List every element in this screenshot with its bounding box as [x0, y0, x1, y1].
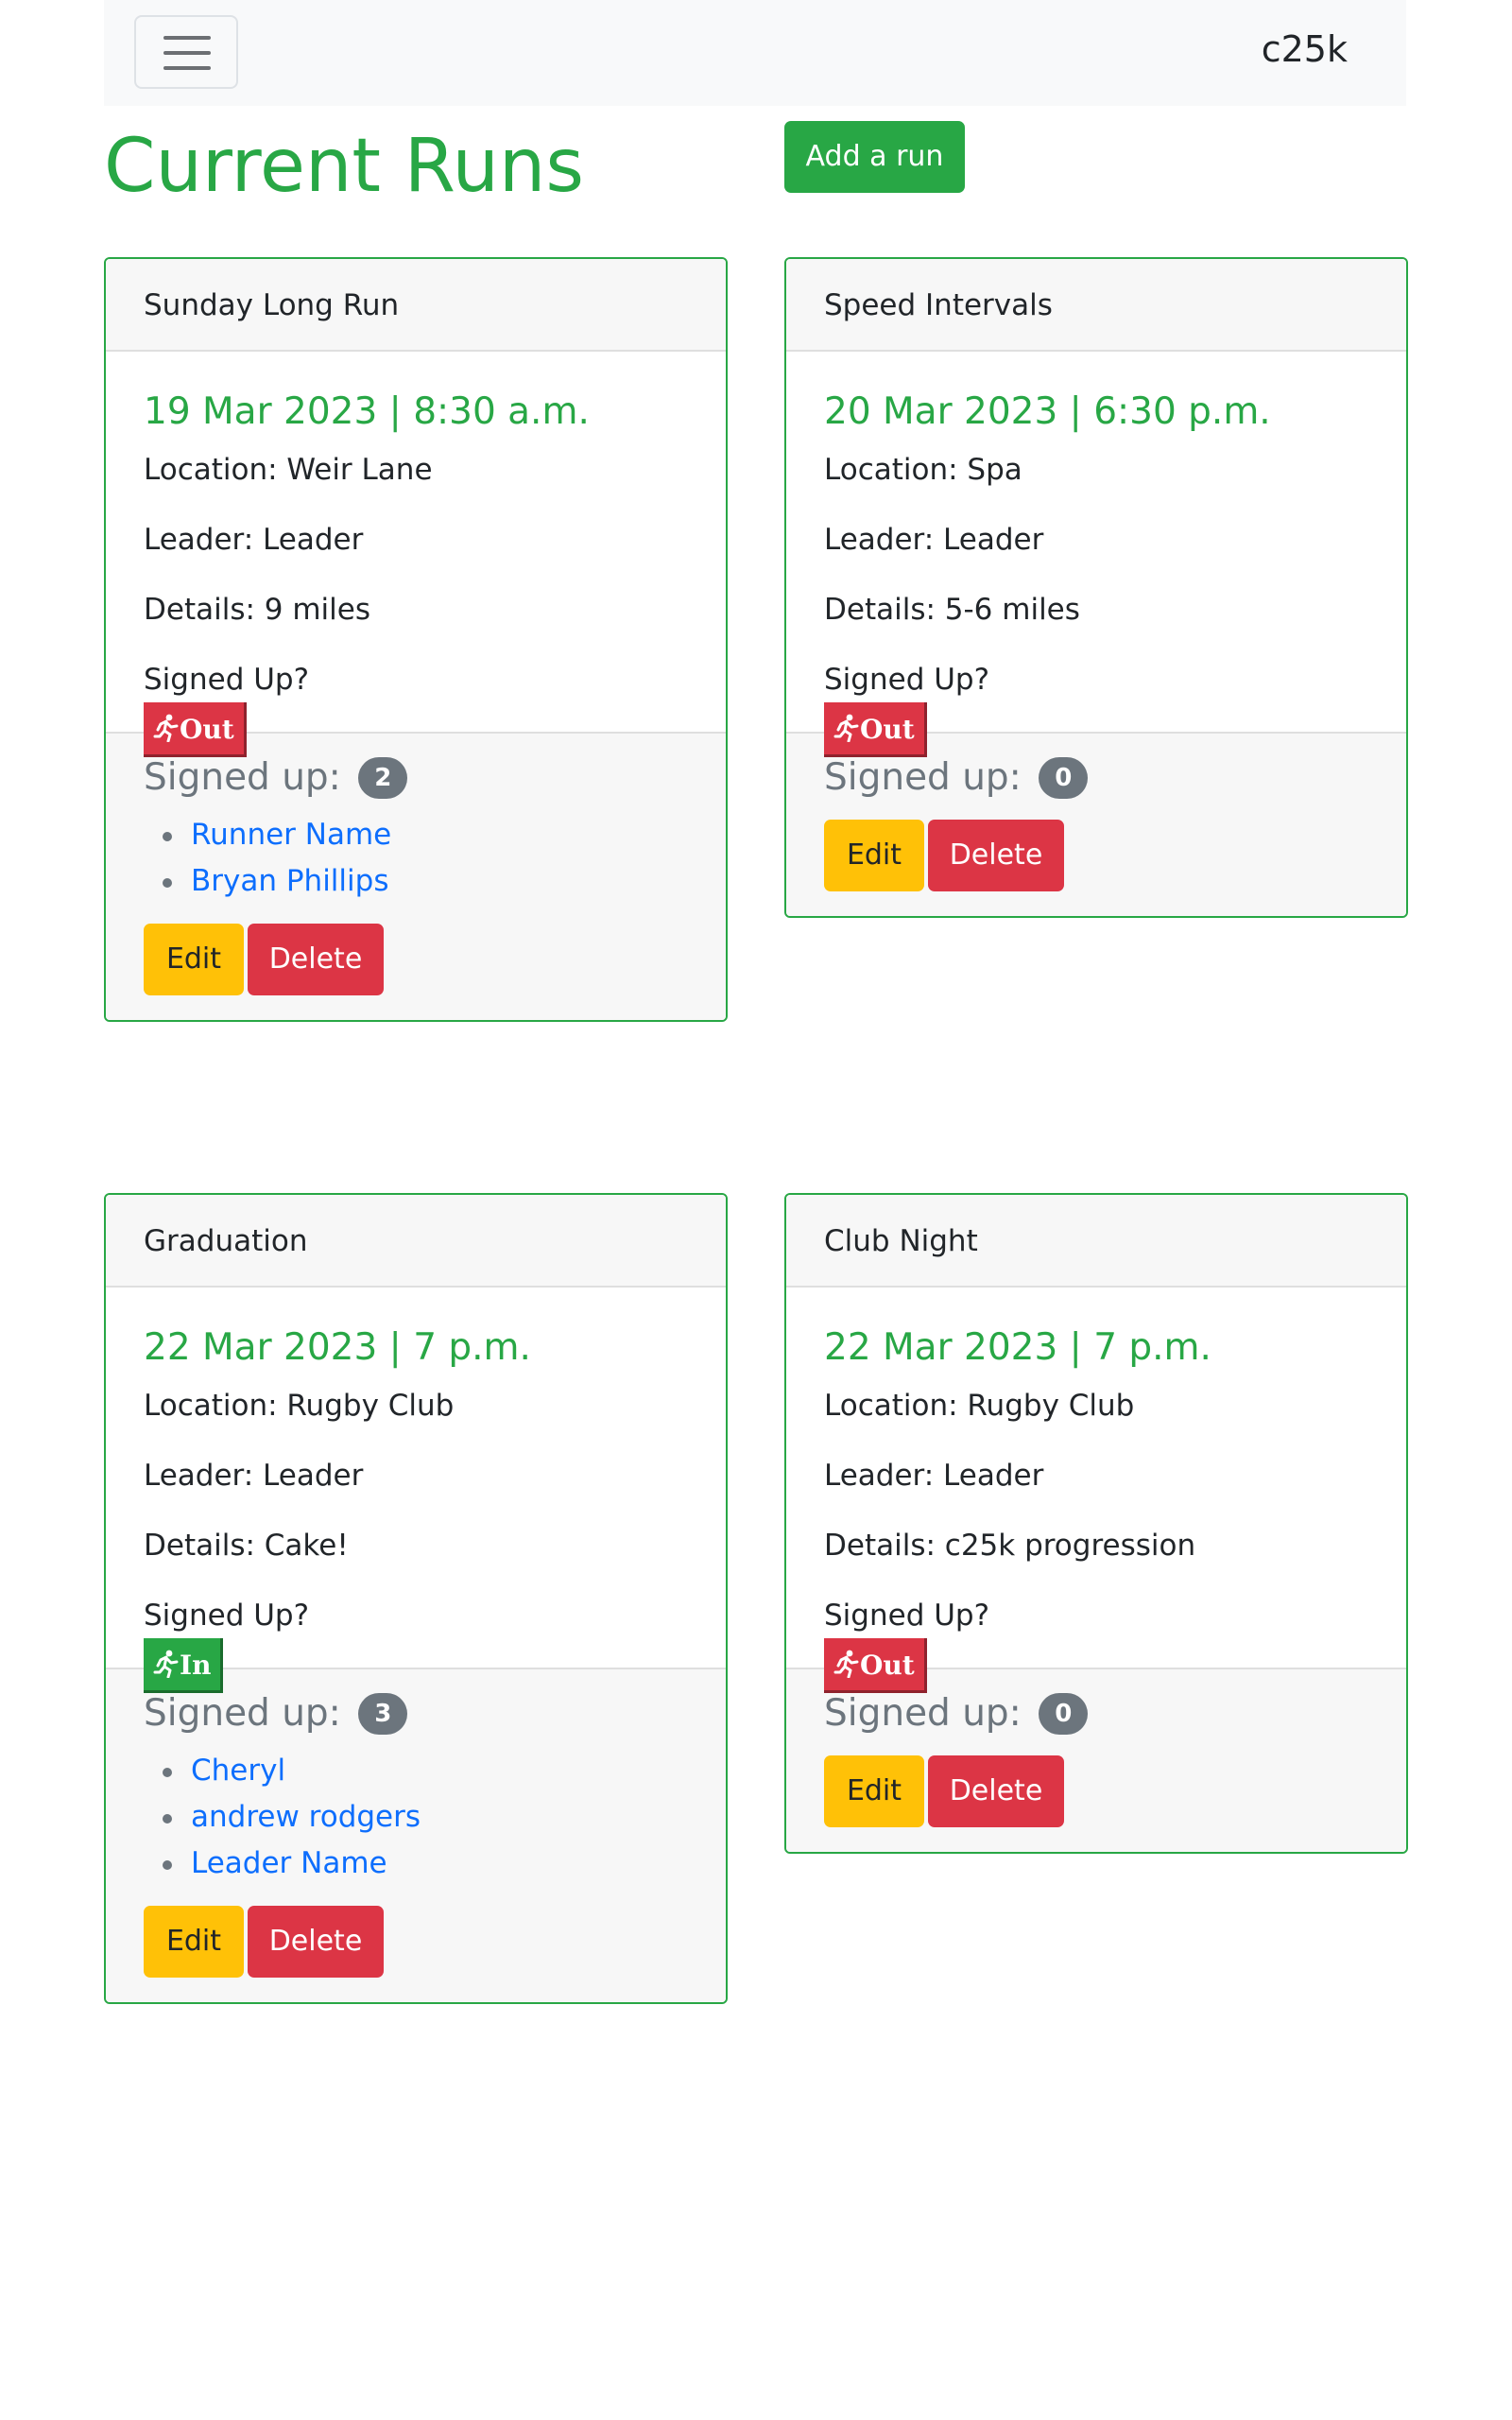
run-details: Details: Cake! — [144, 1529, 349, 1564]
run-card-title: Sunday Long Run — [106, 259, 726, 352]
runner-link[interactable]: Runner Name — [191, 818, 391, 852]
navbar: c25k — [104, 0, 1406, 106]
run-datetime: 20 Mar 2023 | 6:30 p.m. — [824, 390, 1271, 433]
run-card-body: 22 Mar 2023 | 7 p.m. Location: Rugby Clu… — [786, 1288, 1406, 1693]
run-card: Speed Intervals 20 Mar 2023 | 6:30 p.m. … — [784, 257, 1408, 918]
run-leader: Leader: Leader — [824, 523, 1044, 558]
list-item: andrew rodgers — [163, 1794, 688, 1841]
signed-up-question: Signed Up? — [824, 663, 990, 698]
run-datetime: 22 Mar 2023 | 7 p.m. — [144, 1326, 531, 1369]
signup-status-label: Out — [860, 1649, 915, 1681]
run-card-footer: Signed up: 0 Edit Delete — [786, 732, 1406, 916]
signed-up-question: Signed Up? — [144, 663, 310, 698]
run-datetime: 22 Mar 2023 | 7 p.m. — [824, 1326, 1211, 1369]
run-card-footer: Signed up: 3 Cheryl andrew rodgers Leade… — [106, 1668, 726, 2002]
run-location: Location: Spa — [824, 452, 1022, 487]
runner-icon — [153, 1650, 179, 1679]
signup-status-label: In — [180, 1649, 212, 1681]
signed-up-question: Signed Up? — [144, 1599, 310, 1634]
signup-toggle-button[interactable]: Out — [144, 701, 247, 757]
runner-icon — [153, 714, 179, 743]
signed-up-count-label: Signed up: — [824, 756, 1022, 799]
runner-link[interactable]: Cheryl — [191, 1754, 285, 1788]
delete-button[interactable]: Delete — [248, 1905, 384, 1978]
navbar-brand-link[interactable]: c25k — [1262, 28, 1348, 70]
run-leader: Leader: Leader — [144, 523, 364, 558]
run-leader: Leader: Leader — [144, 1459, 364, 1494]
signed-up-count-badge: 0 — [1039, 1693, 1089, 1735]
signup-toggle-button[interactable]: Out — [824, 1637, 927, 1693]
list-item: Runner Name — [163, 812, 688, 858]
delete-button[interactable]: Delete — [928, 819, 1064, 891]
delete-button[interactable]: Delete — [248, 923, 384, 995]
runner-link[interactable]: Leader Name — [191, 1846, 387, 1880]
signup-toggle-button[interactable]: Out — [824, 701, 927, 757]
signed-up-count-label: Signed up: — [824, 1692, 1022, 1735]
navbar-toggler-button[interactable] — [134, 15, 238, 89]
run-card-footer: Signed up: 2 Runner Name Bryan Phillips … — [106, 732, 726, 1020]
edit-button[interactable]: Edit — [144, 923, 244, 995]
signed-up-count-label: Signed up: — [144, 1692, 341, 1735]
runner-list: Cheryl andrew rodgers Leader Name — [144, 1748, 688, 1887]
runner-list: Runner Name Bryan Phillips — [144, 812, 688, 905]
run-location: Location: Rugby Club — [144, 1388, 455, 1423]
signup-toggle-button[interactable]: In — [144, 1637, 224, 1693]
run-card-body: 22 Mar 2023 | 7 p.m. Location: Rugby Clu… — [106, 1288, 726, 1693]
signed-up-count-label: Signed up: — [144, 756, 341, 799]
edit-button[interactable]: Edit — [144, 1905, 244, 1978]
runner-link[interactable]: andrew rodgers — [191, 1800, 421, 1834]
run-leader: Leader: Leader — [824, 1459, 1044, 1494]
signup-status-label: Out — [860, 713, 915, 745]
signed-up-count-badge: 2 — [358, 757, 408, 799]
signed-up-count-badge: 0 — [1039, 757, 1089, 799]
run-card: Sunday Long Run 19 Mar 2023 | 8:30 a.m. … — [104, 257, 728, 1022]
page-title: Current Runs — [104, 124, 584, 209]
run-card-footer: Signed up: 0 Edit Delete — [786, 1668, 1406, 1852]
edit-button[interactable]: Edit — [824, 819, 924, 891]
run-card: Graduation 22 Mar 2023 | 7 p.m. Location… — [104, 1193, 728, 2004]
runner-icon — [833, 1650, 859, 1679]
run-details: Details: 5-6 miles — [824, 593, 1080, 628]
signed-up-question: Signed Up? — [824, 1599, 990, 1634]
signed-up-count-badge: 3 — [358, 1693, 408, 1735]
runner-icon — [833, 714, 859, 743]
run-location: Location: Weir Lane — [144, 452, 433, 487]
signup-status-label: Out — [180, 713, 234, 745]
list-item: Leader Name — [163, 1841, 688, 1887]
run-details: Details: c25k progression — [824, 1529, 1196, 1564]
run-location: Location: Rugby Club — [824, 1388, 1135, 1423]
run-card-title: Club Night — [786, 1195, 1406, 1288]
run-card-title: Graduation — [106, 1195, 726, 1288]
run-card: Club Night 22 Mar 2023 | 7 p.m. Location… — [784, 1193, 1408, 1854]
run-card-title: Speed Intervals — [786, 259, 1406, 352]
runner-link[interactable]: Bryan Phillips — [191, 864, 388, 898]
delete-button[interactable]: Delete — [928, 1754, 1064, 1827]
list-item: Cheryl — [163, 1748, 688, 1794]
run-card-body: 19 Mar 2023 | 8:30 a.m. Location: Weir L… — [106, 352, 726, 757]
list-item: Bryan Phillips — [163, 858, 688, 905]
run-card-body: 20 Mar 2023 | 6:30 p.m. Location: Spa Le… — [786, 352, 1406, 757]
run-datetime: 19 Mar 2023 | 8:30 a.m. — [144, 390, 590, 433]
edit-button[interactable]: Edit — [824, 1754, 924, 1827]
add-run-button[interactable]: Add a run — [784, 121, 965, 193]
run-details: Details: 9 miles — [144, 593, 370, 628]
